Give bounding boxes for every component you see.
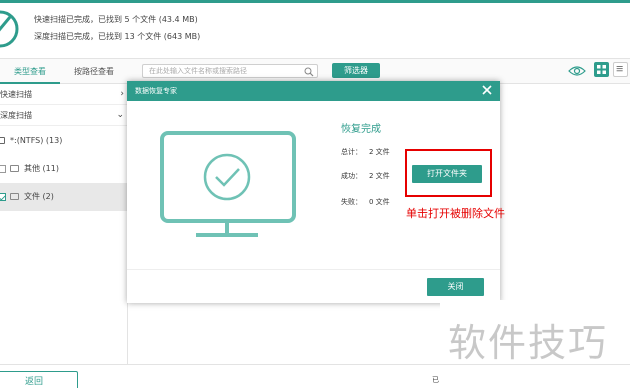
watermark-text: 软件技巧 bbox=[448, 321, 609, 365]
sidebar-item-label: 深度扫描 bbox=[0, 111, 32, 120]
back-button[interactable]: 返回 bbox=[0, 371, 78, 388]
checkbox[interactable] bbox=[0, 193, 6, 201]
chevron-right-icon: › bbox=[120, 89, 124, 99]
tree-item-ntfs-drive[interactable]: *:(NTFS) (13) bbox=[0, 127, 128, 155]
eye-icon[interactable] bbox=[568, 64, 586, 78]
tab-by-type[interactable]: 类型查看 bbox=[0, 59, 60, 84]
tree-item-other[interactable]: 其他 (11) bbox=[0, 155, 128, 183]
recovery-complete-heading: 恢复完成 bbox=[341, 124, 381, 135]
fail-label: 失败： bbox=[341, 198, 362, 206]
bottom-bar: 返回 已 bbox=[0, 364, 630, 388]
monitor-check-icon bbox=[160, 131, 296, 237]
list-view-button[interactable] bbox=[613, 62, 628, 77]
tab-by-path[interactable]: 按路径查看 bbox=[60, 59, 128, 84]
success-label: 成功： bbox=[341, 172, 362, 180]
sidebar: 快速扫描 › 深度扫描 ⌄ *:(NTFS) (13) 其他 (11) 文件 (… bbox=[0, 84, 128, 364]
sidebar-item-label: 快速扫描 bbox=[0, 90, 32, 99]
grid-view-button[interactable] bbox=[594, 62, 609, 77]
search-input[interactable]: 在此处输入文件名称或搜索路径 bbox=[142, 64, 318, 78]
close-icon[interactable] bbox=[480, 83, 494, 97]
success-stat: 成功： 2 文件 bbox=[341, 171, 390, 181]
dialog-title: 数据恢复专家 bbox=[127, 81, 500, 101]
search-placeholder: 在此处输入文件名称或搜索路径 bbox=[149, 67, 247, 75]
search-icon[interactable] bbox=[304, 67, 314, 77]
total-stat: 总计： 2 文件 bbox=[341, 147, 390, 157]
annotation-text: 单击打开被删除文件 bbox=[406, 207, 505, 220]
disabled-circle-icon bbox=[0, 10, 19, 48]
quick-scan-status: 快速扫描已完成，已找到 5 个文件 (43.4 MB) bbox=[34, 15, 198, 24]
highlight-box bbox=[405, 149, 492, 197]
scan-summary-header: 快速扫描已完成，已找到 5 个文件 (43.4 MB) 深度扫描已完成，已找到 … bbox=[0, 3, 630, 58]
folder-icon bbox=[10, 193, 19, 200]
sidebar-item-deep-scan[interactable]: 深度扫描 ⌄ bbox=[0, 105, 128, 126]
tree-item-label: *:(NTFS) (13) bbox=[10, 136, 63, 145]
folder-icon bbox=[10, 165, 19, 172]
total-label: 总计： bbox=[341, 148, 362, 156]
corner-text: 已 bbox=[432, 376, 439, 384]
chevron-down-icon: ⌄ bbox=[116, 110, 124, 120]
divider bbox=[127, 269, 500, 270]
watermark: 软件技巧 bbox=[440, 300, 630, 365]
grid-icon bbox=[597, 65, 606, 74]
list-icon bbox=[616, 66, 623, 72]
checkbox[interactable] bbox=[0, 165, 6, 173]
tree-item-label: 其他 (11) bbox=[24, 164, 59, 173]
fail-stat: 失败： 0 文件 bbox=[341, 197, 390, 207]
tree-item-label: 文件 (2) bbox=[24, 192, 54, 201]
success-value: 2 文件 bbox=[369, 172, 390, 180]
total-value: 2 文件 bbox=[369, 148, 390, 156]
drive-icon bbox=[0, 137, 5, 144]
tree-item-files[interactable]: 文件 (2) bbox=[0, 183, 128, 211]
filter-button[interactable]: 筛选器 bbox=[332, 63, 380, 78]
fail-value: 0 文件 bbox=[369, 198, 390, 206]
close-button[interactable]: 关闭 bbox=[427, 278, 484, 296]
deep-scan-status: 深度扫描已完成，已找到 13 个文件 (643 MB) bbox=[34, 32, 201, 41]
sidebar-item-quick-scan[interactable]: 快速扫描 › bbox=[0, 84, 128, 105]
